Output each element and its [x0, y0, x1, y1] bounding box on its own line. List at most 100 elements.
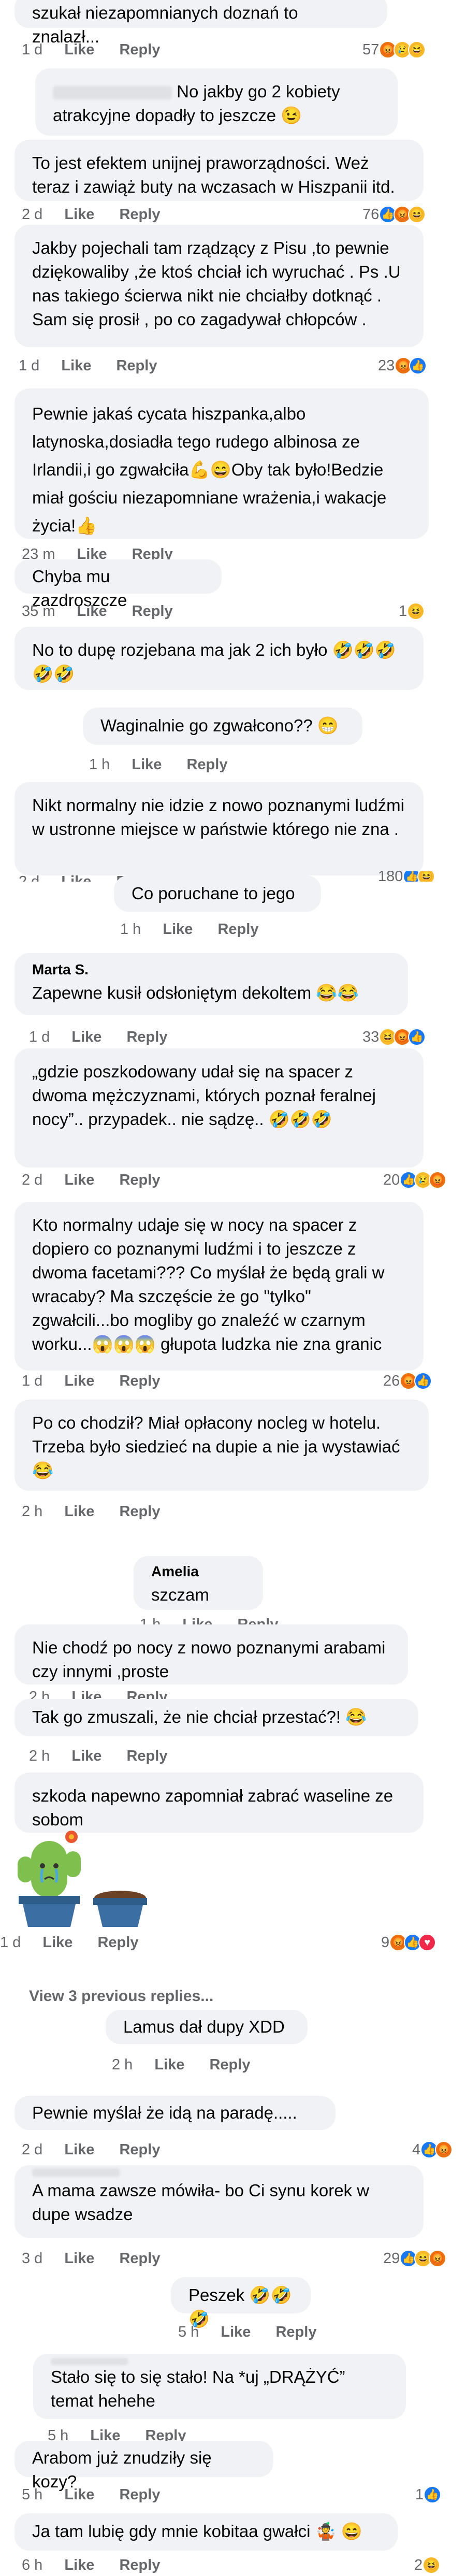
comment-time: 1 h	[140, 1616, 161, 1625]
reply-button[interactable]: Reply	[209, 2054, 250, 2075]
like-button[interactable]: Like	[64, 204, 94, 225]
reaction-summary[interactable]: 4 👍 😡	[412, 2139, 453, 2160]
like-button[interactable]: Like	[42, 1932, 72, 1953]
comment-text: Nie chodź po nocy z nowo poznanymi araba…	[32, 1638, 386, 1681]
comment-bubble: Pewnie jakaś cycata hiszpanka,albo latyn…	[14, 388, 429, 539]
reply-button[interactable]: Reply	[119, 2484, 160, 2505]
angry-reaction-icon: 😡	[435, 2141, 453, 2158]
reply-button[interactable]: Reply	[126, 1027, 167, 1047]
like-button[interactable]: Like	[64, 39, 94, 60]
reply-button[interactable]: Reply	[97, 1932, 138, 1953]
comment-bubble: szkoda napewno zapomniał zabrać waseline…	[14, 1773, 424, 1833]
like-button[interactable]: Like	[64, 2484, 94, 2505]
reply-button[interactable]: Reply	[119, 2555, 160, 2575]
comment-time: 35 m	[22, 603, 55, 620]
comment-meta: 2 h Like Reply	[112, 2054, 271, 2075]
like-button[interactable]: Like	[64, 1170, 94, 1190]
comment-text: Pewnie jakaś cycata hiszpanka,albo latyn…	[32, 404, 387, 535]
view-previous-replies-link[interactable]: View 3 previous replies...	[29, 1986, 213, 2007]
author-name-redacted	[51, 2358, 128, 2365]
comment-text: No to dupę rozjebana ma jak 2 ich było 🤣…	[32, 640, 396, 683]
like-button[interactable]: Like	[154, 2054, 184, 2075]
author-name[interactable]: Marta S.	[32, 961, 89, 977]
comment-time: 2 d	[22, 2141, 43, 2158]
reaction-summary[interactable]: 76 👍 😡 😆	[362, 204, 426, 225]
reply-button[interactable]: Reply	[217, 919, 258, 940]
reply-button[interactable]: Reply	[119, 1371, 160, 1391]
like-button[interactable]: Like	[221, 2322, 251, 2342]
comment-text: Co poruchane to jego	[132, 884, 295, 903]
cactus-icon	[18, 1831, 147, 1927]
comment-time: 2 d	[22, 206, 43, 223]
reply-button[interactable]: Reply	[126, 1746, 167, 1766]
comment-meta: 35 m Like Reply	[22, 601, 194, 622]
reaction-summary[interactable]: 1 😆	[399, 601, 425, 622]
comment-author[interactable]: Amelia	[151, 1562, 245, 1581]
comment-bubble: Nie chodź po nocy z nowo poznanymi araba…	[14, 1624, 408, 1685]
reaction-summary[interactable]: 57 😡 😢 😆	[362, 39, 426, 60]
reaction-count: 20	[383, 1172, 400, 1188]
like-button[interactable]: Like	[61, 871, 91, 882]
like-button[interactable]: Like	[71, 1687, 101, 1700]
like-button[interactable]: Like	[71, 1746, 101, 1766]
like-button[interactable]: Like	[64, 1501, 94, 1522]
reaction-summary[interactable]: 20 👍 😢 😡	[383, 1170, 447, 1190]
comment-text: Lamus dał dupy XDD	[123, 2017, 285, 2036]
like-button[interactable]: Like	[64, 2139, 94, 2160]
comment-bubble: Peszek 🤣🤣🤣	[171, 2277, 311, 2328]
comment-bubble: Arabom już znudziły się kozy?	[14, 2441, 273, 2491]
crying-cactus-sticker	[10, 1825, 155, 1929]
reply-button[interactable]: Reply	[119, 39, 160, 60]
comment-author[interactable]: Marta S.	[32, 960, 390, 979]
reaction-summary[interactable]: 29 👍 😆 😡	[383, 2248, 447, 2269]
comment-text: Zapewne kusił odsłoniętym dekoltem 😂😂	[32, 983, 359, 1002]
reply-button[interactable]: Reply	[119, 1501, 160, 1522]
like-button[interactable]: Like	[64, 1371, 94, 1391]
reply-button[interactable]: Reply	[119, 204, 160, 225]
reaction-summary[interactable]: 33 😆 😡 👍	[362, 1027, 426, 1047]
comment-bubble: Tak go zmusz­ali, że nie chciał przestać…	[14, 1699, 418, 1736]
reply-button[interactable]: Reply	[237, 1614, 278, 1625]
comment-bubble: szukał niezapomnianych doznań to znalazł…	[14, 0, 387, 46]
comment-bubble: Stało się to się stało! Na *uj „DRĄŻYĆ” …	[33, 2354, 406, 2419]
reaction-summary[interactable]: 180 👍 😆	[378, 871, 435, 882]
like-button[interactable]: Like	[64, 2248, 94, 2269]
reply-button[interactable]: Reply	[275, 2322, 316, 2342]
like-button[interactable]: Like	[71, 1027, 101, 1047]
like-button[interactable]: Like	[163, 919, 193, 940]
comment-time: 2 h	[22, 1503, 43, 1520]
author-name[interactable]: Amelia	[151, 1563, 199, 1579]
reply-button[interactable]: Reply	[132, 601, 173, 622]
reply-button[interactable]: Reply	[116, 355, 157, 376]
reply-button[interactable]: Reply	[186, 754, 227, 775]
comment-meta: 5 h Like Reply	[178, 2322, 337, 2342]
reaction-count: 33	[362, 1029, 380, 1045]
comment-bubble: To jest efektem unijnej praworządności. …	[14, 140, 424, 201]
reply-button[interactable]: Reply	[119, 1170, 160, 1190]
like-button[interactable]: Like	[61, 355, 91, 376]
reaction-summary[interactable]: 26 😡 👍	[383, 1371, 432, 1391]
reaction-count: 2	[414, 2557, 423, 2573]
comment-text: Nikt normalny nie idzie z nowo poznanymi…	[32, 796, 404, 839]
like-button[interactable]: Like	[77, 601, 107, 622]
reaction-count: 9	[381, 1934, 390, 1951]
comment-bubble: No jakby go 2 kobiety atrakcyjne dopadły…	[35, 68, 398, 136]
comment-meta: 6 h Like Reply	[22, 2555, 181, 2575]
comment-text: A mama zawsze mówiła- bo Ci synu korek w…	[32, 2181, 370, 2224]
reaction-summary[interactable]: 1 👍	[415, 2484, 442, 2505]
comment-meta: 1 d Like Reply	[19, 355, 178, 376]
comment-bubble: Ja tam lubię gdy mnie kobitaa gwałci 🤹 😄	[14, 2513, 398, 2551]
like-button[interactable]: Like	[182, 1614, 212, 1625]
reply-button[interactable]: Reply	[126, 1687, 167, 1700]
like-button[interactable]: Like	[132, 754, 162, 775]
comment-time: 2 h	[112, 2056, 133, 2073]
reaction-count: 180	[378, 871, 403, 882]
reaction-summary[interactable]: 23 😡 👍	[378, 355, 427, 376]
love-reaction-icon: ♥	[418, 1934, 436, 1951]
like-button[interactable]: Like	[64, 2555, 94, 2575]
reaction-summary[interactable]: 2 😆	[414, 2555, 441, 2575]
reply-button[interactable]: Reply	[119, 2248, 160, 2269]
reply-button[interactable]: Reply	[119, 2139, 160, 2160]
reaction-summary[interactable]: 9 😡 👍 ♥	[381, 1932, 436, 1953]
comment-text: „gdzie poszkodowany udał się na spacer z…	[32, 1062, 376, 1129]
